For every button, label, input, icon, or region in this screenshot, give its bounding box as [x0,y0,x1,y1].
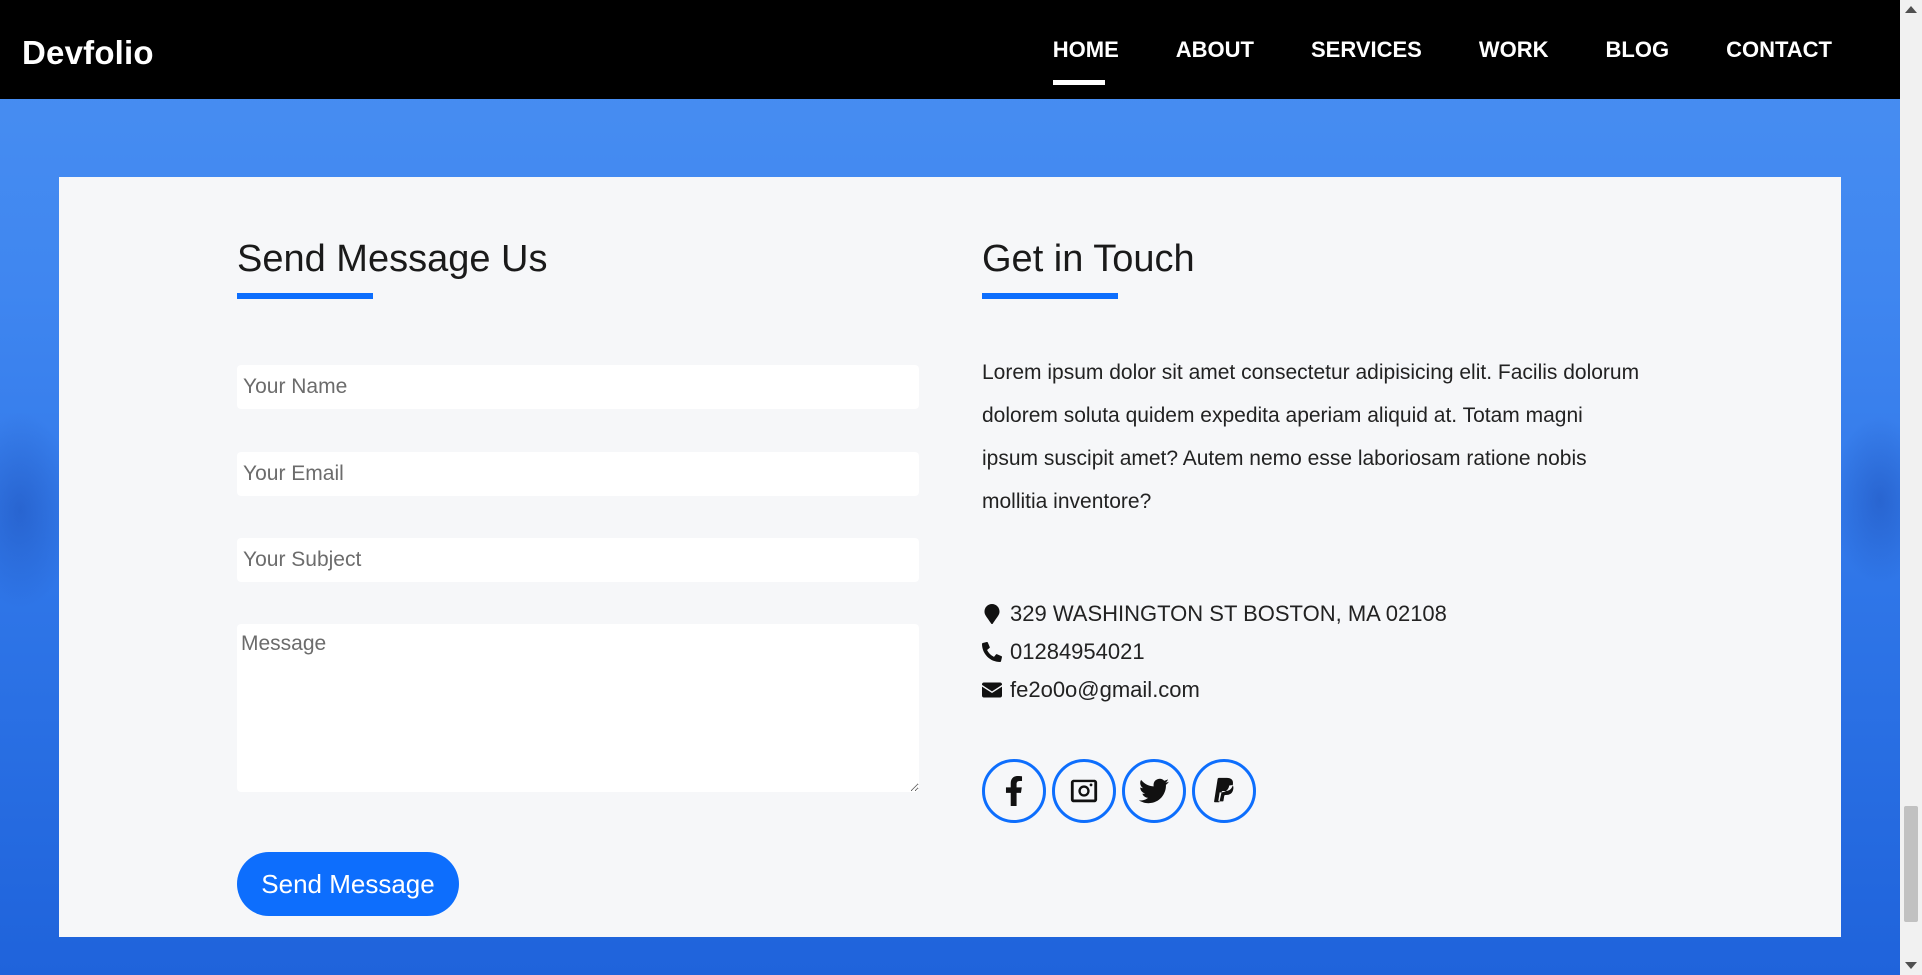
email-field[interactable] [237,452,919,496]
message-field[interactable] [237,624,919,792]
scroll-up-arrow-icon[interactable] [1905,6,1917,13]
nav-item-contact[interactable]: CONTACT [1726,29,1832,71]
twitter-link[interactable] [1122,758,1186,823]
phone-icon [982,641,1002,662]
title-underline [237,292,373,299]
nav-item-work[interactable]: WORK [1479,29,1549,71]
instagram-icon [1070,779,1098,802]
get-in-touch-column: Get in Touch Lorem ipsum dolor sit amet … [982,237,1642,823]
email-text[interactable]: fe2o0o@gmail.com [1010,677,1200,703]
facebook-icon [1005,775,1023,806]
paypal-icon [1214,777,1234,802]
send-message-title: Send Message Us [237,238,548,280]
title-underline [982,292,1118,299]
facebook-link[interactable] [982,758,1046,823]
email-item: fe2o0o@gmail.com [982,671,1642,709]
navbar: Devfolio HOME ABOUT SERVICES WORK BLOG C… [0,0,1900,99]
phone-text: 01284954021 [1010,638,1145,664]
scroll-down-arrow-icon[interactable] [1905,962,1917,969]
subject-field[interactable] [237,538,919,582]
name-field[interactable] [237,365,919,409]
main-nav: HOME ABOUT SERVICES WORK BLOG CONTACT [1052,0,1832,99]
get-in-touch-title: Get in Touch [982,238,1195,280]
phone-item: 01284954021 [982,633,1642,671]
send-message-column: Send Message Us Send Message [237,237,919,927]
contact-info-list: 329 WASHINGTON ST BOSTON, MA 02108 01284… [982,595,1642,709]
contact-card: Send Message Us Send Message Get in Touc… [59,177,1841,937]
nav-item-services[interactable]: SERVICES [1311,29,1422,71]
page-scrollbar[interactable] [1900,0,1922,975]
send-message-button[interactable]: Send Message [237,852,459,916]
brand-logo[interactable]: Devfolio [22,34,154,72]
nav-item-blog[interactable]: BLOG [1606,29,1670,71]
nav-item-home[interactable]: HOME [1052,29,1119,85]
paypal-link[interactable] [1192,758,1256,823]
social-links [982,758,1642,823]
address-item: 329 WASHINGTON ST BOSTON, MA 02108 [982,595,1642,633]
scroll-thumb[interactable] [1904,806,1918,922]
address-text: 329 WASHINGTON ST BOSTON, MA 02108 [1010,600,1447,626]
twitter-icon [1139,778,1169,803]
get-in-touch-text: Lorem ipsum dolor sit amet consectetur a… [982,360,1640,513]
instagram-link[interactable] [1052,758,1116,823]
nav-item-about[interactable]: ABOUT [1176,29,1254,71]
map-marker-icon [984,603,1000,624]
envelope-icon [982,682,1002,698]
